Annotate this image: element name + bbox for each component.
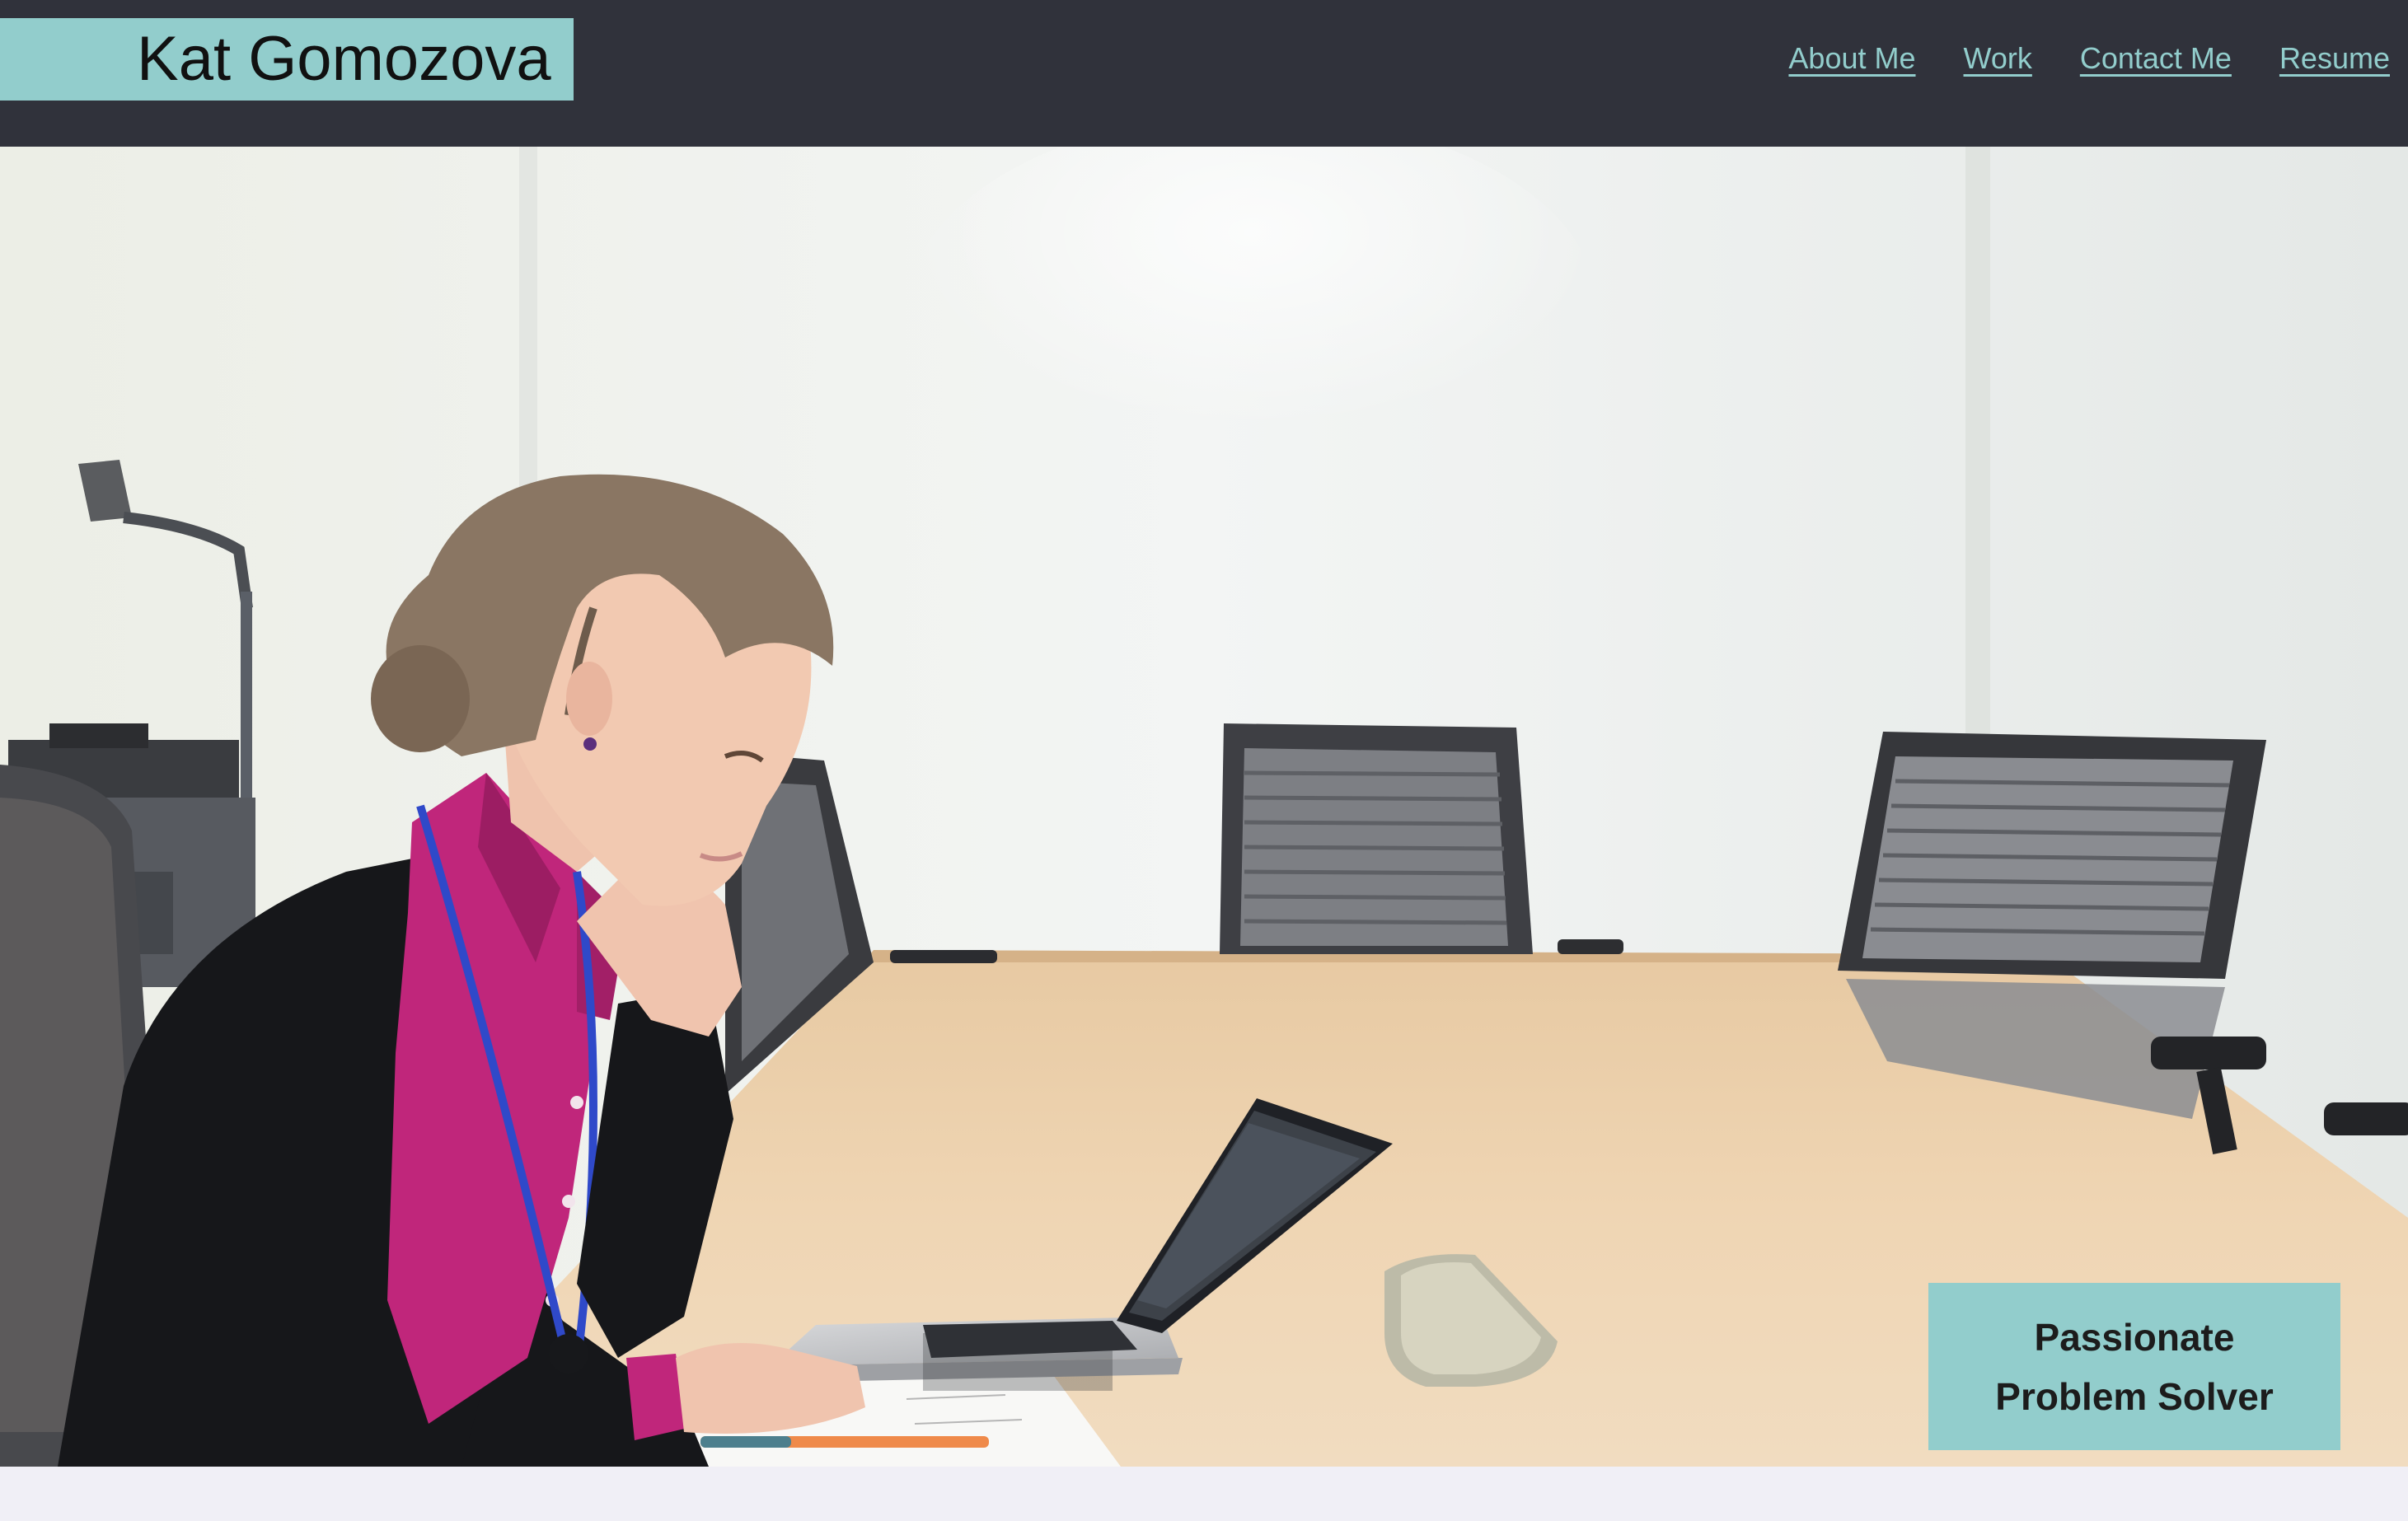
nav-link-about-me[interactable]: About Me	[1788, 41, 1915, 76]
tagline-line-2: Problem Solver	[1995, 1374, 2274, 1418]
nav-link-contact-me[interactable]: Contact Me	[2080, 41, 2232, 76]
hero-photo	[0, 147, 2408, 1467]
main-nav: About Me Work Contact Me Resume	[1788, 41, 2390, 76]
tagline-line-1: Passionate	[2034, 1315, 2235, 1359]
site-title[interactable]: Kat Gomozova	[137, 18, 551, 101]
nav-link-resume[interactable]: Resume	[2279, 41, 2390, 76]
site-header: Kat Gomozova About Me Work Contact Me Re…	[0, 0, 2408, 147]
nav-link-work[interactable]: Work	[1964, 41, 2032, 76]
page-bottom-strip	[0, 1467, 2408, 1521]
hero-section: Passionate Problem Solver	[0, 147, 2408, 1467]
hero-tagline: Passionate Problem Solver	[1928, 1283, 2340, 1450]
